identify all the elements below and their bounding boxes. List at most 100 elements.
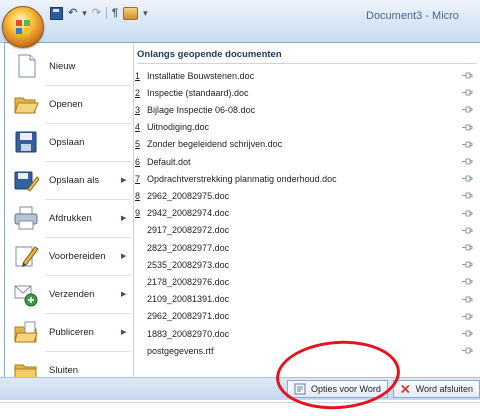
exit-word-label: Word afsluiten bbox=[415, 384, 473, 394]
recent-document-name: 2535_20082973.doc bbox=[147, 259, 230, 270]
recent-document-item[interactable]: 2962_20082971.doc bbox=[135, 308, 480, 325]
menu-item-label: Voorbereiden bbox=[49, 250, 106, 262]
menu-item-label: Opslaan als bbox=[49, 174, 100, 186]
pin-icon[interactable] bbox=[461, 123, 473, 132]
menu-item-send[interactable]: Verzenden ▶ bbox=[5, 277, 133, 311]
menu-separator bbox=[45, 161, 131, 162]
recent-document-number: 2 bbox=[135, 87, 141, 98]
recent-document-name: Opdrachtverstrekking planmatig onderhoud… bbox=[147, 173, 337, 184]
pin-icon[interactable] bbox=[461, 157, 473, 166]
pin-icon[interactable] bbox=[461, 226, 473, 235]
menu-separator bbox=[45, 237, 131, 238]
recent-document-name: Bijlage Inspectie 06-08.doc bbox=[147, 104, 256, 115]
menu-item-label: Publiceren bbox=[49, 326, 94, 338]
recent-document-item[interactable]: 9 2942_20082974.doc bbox=[135, 205, 480, 222]
pin-icon[interactable] bbox=[461, 140, 473, 149]
pencil-prepare-icon bbox=[15, 246, 39, 267]
menu-item-prepare[interactable]: Voorbereiden ▶ bbox=[5, 239, 133, 273]
document-divider bbox=[0, 402, 480, 403]
recent-document-item[interactable]: 3 Bijlage Inspectie 06-08.doc bbox=[135, 101, 480, 118]
save-as-icon bbox=[14, 171, 39, 192]
quick-access-toolbar: ↶ ▾ ↷ ¶ ▾ bbox=[50, 6, 148, 20]
submenu-arrow-icon: ▶ bbox=[121, 253, 127, 260]
recent-document-name: 2178_20082976.doc bbox=[147, 276, 230, 287]
recent-document-item[interactable]: 4 Uitnodiging.doc bbox=[135, 119, 480, 136]
save-disk-icon bbox=[15, 131, 37, 153]
recent-document-number: 7 bbox=[135, 173, 141, 184]
menu-separator bbox=[45, 123, 131, 124]
recent-document-item[interactable]: 2823_20082977.doc bbox=[135, 239, 480, 256]
recent-document-name: 2942_20082974.doc bbox=[147, 208, 230, 219]
menu-item-publish[interactable]: Publiceren ▶ bbox=[5, 315, 133, 349]
submenu-arrow-icon: ▶ bbox=[121, 291, 127, 298]
recent-document-name: Inspectie (standaard).doc bbox=[147, 87, 249, 98]
recent-document-number: 4 bbox=[135, 122, 141, 133]
pin-icon[interactable] bbox=[461, 209, 473, 218]
pilcrow-icon[interactable]: ¶ bbox=[112, 6, 118, 20]
menu-item-open[interactable]: Openen bbox=[5, 87, 133, 121]
pin-icon[interactable] bbox=[461, 88, 473, 97]
recent-document-item[interactable]: 1883_20082970.doc bbox=[135, 325, 480, 342]
pin-icon[interactable] bbox=[461, 105, 473, 114]
format-painter-icon[interactable] bbox=[123, 6, 139, 20]
menu-item-new[interactable]: Nieuw bbox=[5, 49, 133, 83]
recent-document-item[interactable]: postgegevens.rtf bbox=[135, 342, 480, 359]
pin-icon[interactable] bbox=[461, 174, 473, 183]
menu-item-print[interactable]: Afdrukken ▶ bbox=[5, 201, 133, 235]
recent-document-item[interactable]: 7 Opdrachtverstrekking planmatig onderhou… bbox=[135, 170, 480, 187]
recent-document-item[interactable]: 5 Zonder begeleidend schrijven.doc bbox=[135, 136, 480, 153]
recent-document-name: Uitnodiging.doc bbox=[147, 122, 210, 133]
menu-separator bbox=[45, 313, 131, 314]
undo-dropdown-icon[interactable]: ▾ bbox=[82, 6, 87, 20]
pin-icon[interactable] bbox=[461, 260, 473, 269]
recent-document-number: 3 bbox=[135, 104, 141, 115]
menu-item-save[interactable]: Opslaan bbox=[5, 125, 133, 159]
recent-document-number: 9 bbox=[135, 208, 141, 219]
menu-item-label: Afdrukken bbox=[49, 212, 92, 224]
recent-document-name: Default.dot bbox=[147, 156, 191, 167]
recent-document-name: 2962_20082975.doc bbox=[147, 190, 230, 201]
recent-document-item[interactable]: 2178_20082976.doc bbox=[135, 273, 480, 290]
recent-document-item[interactable]: 2917_20082972.doc bbox=[135, 222, 480, 239]
menu-footer: Opties voor Word Word afsluiten bbox=[0, 377, 480, 401]
office-menu: Nieuw Openen Opslaan Opslaan als ▶ Afdru… bbox=[4, 42, 480, 402]
menu-separator bbox=[45, 85, 131, 86]
menu-item-label: Sluiten bbox=[49, 364, 79, 376]
menu-item-label: Openen bbox=[49, 98, 83, 110]
pin-icon[interactable] bbox=[461, 277, 473, 286]
pin-icon[interactable] bbox=[461, 71, 473, 80]
recent-document-name: 2109_20081391.doc bbox=[147, 294, 230, 305]
submenu-arrow-icon: ▶ bbox=[121, 329, 127, 336]
word-options-button[interactable]: Opties voor Word bbox=[287, 380, 388, 398]
pin-icon[interactable] bbox=[461, 346, 473, 355]
submenu-arrow-icon: ▶ bbox=[121, 177, 127, 184]
menu-item-label: Opslaan bbox=[49, 136, 85, 148]
exit-word-button[interactable]: Word afsluiten bbox=[393, 380, 480, 398]
pin-icon[interactable] bbox=[461, 312, 473, 321]
pin-icon[interactable] bbox=[461, 191, 473, 200]
recent-document-item[interactable]: 6 Default.dot bbox=[135, 153, 480, 170]
menu-separator bbox=[45, 275, 131, 276]
pin-icon[interactable] bbox=[461, 329, 473, 338]
redo-icon[interactable]: ↷ bbox=[92, 6, 101, 20]
pin-icon[interactable] bbox=[461, 295, 473, 304]
recent-document-item[interactable]: 8 2962_20082975.doc bbox=[135, 187, 480, 204]
recent-document-item[interactable]: 2 Inspectie (standaard).doc bbox=[135, 84, 480, 101]
pin-icon[interactable] bbox=[461, 243, 473, 252]
recent-header-divider bbox=[137, 63, 477, 64]
menu-separator bbox=[45, 351, 131, 352]
customize-toolbar-icon[interactable]: ▾ bbox=[143, 6, 148, 20]
undo-icon[interactable]: ↶ bbox=[68, 6, 77, 20]
recent-document-item[interactable]: 2109_20081391.doc bbox=[135, 291, 480, 308]
recent-documents-title: Onlangs geopende documenten bbox=[137, 49, 282, 60]
recent-document-item[interactable]: 1 Installatie Bouwstenen.doc bbox=[135, 67, 480, 84]
menu-commands: Nieuw Openen Opslaan Opslaan als ▶ Afdru… bbox=[5, 43, 134, 397]
recent-document-item[interactable]: 2535_20082973.doc bbox=[135, 256, 480, 273]
save-icon[interactable] bbox=[50, 6, 63, 20]
menu-item-save-as[interactable]: Opslaan als ▶ bbox=[5, 163, 133, 197]
office-button[interactable] bbox=[2, 6, 44, 48]
recent-document-number: 5 bbox=[135, 139, 141, 150]
recent-document-name: Zonder begeleidend schrijven.doc bbox=[147, 139, 283, 150]
open-folder-icon bbox=[14, 97, 39, 114]
send-icon bbox=[14, 285, 38, 307]
